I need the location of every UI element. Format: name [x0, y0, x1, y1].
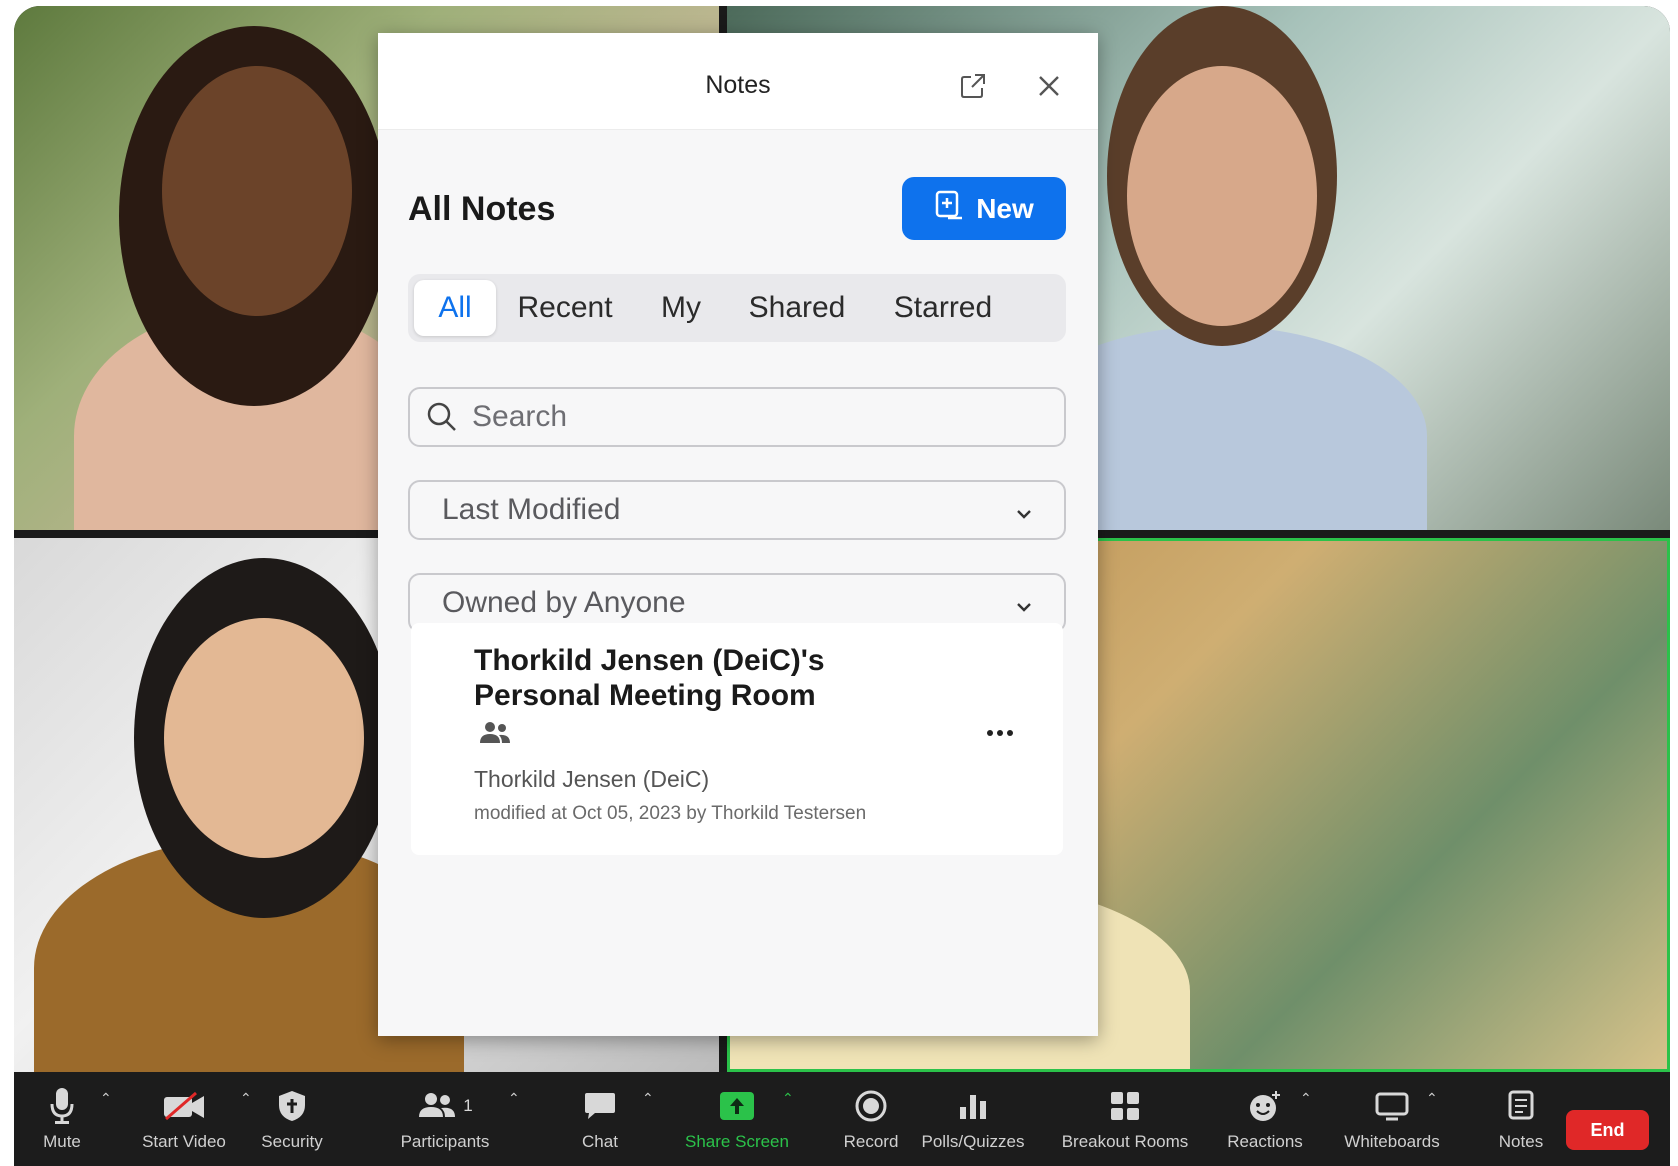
- search-icon: [426, 401, 458, 433]
- close-icon[interactable]: [1032, 69, 1066, 103]
- notes-panel: Notes All Notes New All Recent My Shared…: [378, 33, 1098, 1036]
- microphone-icon: [49, 1082, 75, 1130]
- mute-button[interactable]: Mute: [32, 1082, 92, 1162]
- people-icon: [479, 721, 511, 750]
- mute-options-caret[interactable]: ⌃: [100, 1090, 112, 1107]
- start-video-label: Start Video: [142, 1132, 226, 1151]
- tab-all[interactable]: All: [414, 280, 496, 336]
- whiteboard-icon: [1374, 1082, 1410, 1130]
- chevron-down-icon: [1016, 586, 1032, 620]
- record-label: Record: [843, 1132, 899, 1151]
- chat-label: Chat: [582, 1132, 618, 1151]
- bar-chart-icon: [957, 1082, 989, 1130]
- sort-dropdown-value: Last Modified: [442, 493, 621, 526]
- shield-icon: [277, 1082, 307, 1130]
- notes-filter-tabs: All Recent My Shared Starred: [408, 274, 1066, 342]
- page-title: All Notes: [408, 190, 556, 228]
- reactions-icon: [1247, 1082, 1283, 1130]
- participants-button[interactable]: 1 Participants: [390, 1082, 500, 1162]
- reactions-button[interactable]: Reactions: [1220, 1082, 1310, 1162]
- reactions-options-caret[interactable]: ⌃: [1300, 1090, 1312, 1107]
- polls-button[interactable]: Polls/Quizzes: [914, 1082, 1032, 1162]
- security-button[interactable]: Security: [252, 1082, 332, 1162]
- note-owner: Thorkild Jensen (DeiC): [474, 766, 710, 792]
- tab-starred[interactable]: Starred: [878, 280, 1008, 336]
- participants-label: Participants: [400, 1132, 490, 1151]
- tab-my[interactable]: My: [640, 280, 722, 336]
- more-dot: [987, 730, 993, 736]
- chevron-down-icon: [1016, 493, 1032, 527]
- participants-icon: 1: [417, 1082, 473, 1130]
- note-modified: modified at Oct 05, 2023 by Thorkild Tes…: [474, 803, 867, 824]
- search-input[interactable]: [470, 399, 1034, 435]
- participants-count: 1: [463, 1096, 473, 1115]
- note-card[interactable]: Thorkild Jensen (DeiC)'s Personal Meetin…: [411, 623, 1063, 855]
- record-icon: [855, 1082, 887, 1130]
- new-note-icon: [934, 190, 964, 227]
- more-dot: [997, 730, 1003, 736]
- notes-panel-body: All Notes New All Recent My Shared Starr…: [378, 130, 1098, 1036]
- owner-dropdown-value: Owned by Anyone: [442, 586, 686, 619]
- security-label: Security: [261, 1132, 323, 1151]
- chat-button[interactable]: Chat: [570, 1082, 630, 1162]
- more-dot: [1007, 730, 1013, 736]
- notes-icon: [1507, 1082, 1535, 1130]
- reactions-label: Reactions: [1227, 1132, 1303, 1151]
- notes-button[interactable]: Notes: [1486, 1082, 1556, 1162]
- whiteboards-label: Whiteboards: [1344, 1132, 1440, 1151]
- new-note-label: New: [976, 192, 1034, 224]
- breakout-rooms-button[interactable]: Breakout Rooms: [1052, 1082, 1198, 1162]
- panel-title: Notes: [705, 71, 771, 99]
- chat-icon: [583, 1082, 617, 1130]
- chat-options-caret[interactable]: ⌃: [642, 1090, 654, 1107]
- breakout-rooms-label: Breakout Rooms: [1061, 1132, 1189, 1151]
- whiteboards-options-caret[interactable]: ⌃: [1426, 1090, 1438, 1107]
- notes-panel-header: Notes: [378, 33, 1098, 130]
- share-screen-label: Share Screen: [685, 1132, 789, 1151]
- note-more-options-button[interactable]: [979, 720, 1021, 746]
- note-title: Thorkild Jensen (DeiC)'s Personal Meetin…: [474, 644, 825, 712]
- mute-label: Mute: [43, 1132, 81, 1151]
- breakout-rooms-icon: [1109, 1082, 1141, 1130]
- tab-shared[interactable]: Shared: [738, 280, 856, 336]
- start-video-button[interactable]: Start Video: [134, 1082, 234, 1162]
- record-button[interactable]: Record: [836, 1082, 906, 1162]
- pop-out-icon[interactable]: [956, 69, 990, 103]
- polls-label: Polls/Quizzes: [921, 1132, 1025, 1151]
- video-off-icon: [162, 1082, 206, 1130]
- meeting-toolbar: Mute ⌃ Start Video ⌃ Security 1 Particip…: [14, 1072, 1670, 1166]
- share-options-caret[interactable]: ⌃: [782, 1090, 794, 1107]
- participants-options-caret[interactable]: ⌃: [508, 1090, 520, 1107]
- video-options-caret[interactable]: ⌃: [240, 1090, 252, 1107]
- end-meeting-button[interactable]: End: [1566, 1110, 1649, 1150]
- sort-dropdown[interactable]: Last Modified: [408, 480, 1066, 540]
- tab-recent[interactable]: Recent: [504, 280, 626, 336]
- search-box: [408, 387, 1066, 447]
- share-screen-icon: [719, 1082, 755, 1130]
- new-note-button[interactable]: New: [902, 177, 1066, 240]
- notes-label: Notes: [1498, 1132, 1544, 1151]
